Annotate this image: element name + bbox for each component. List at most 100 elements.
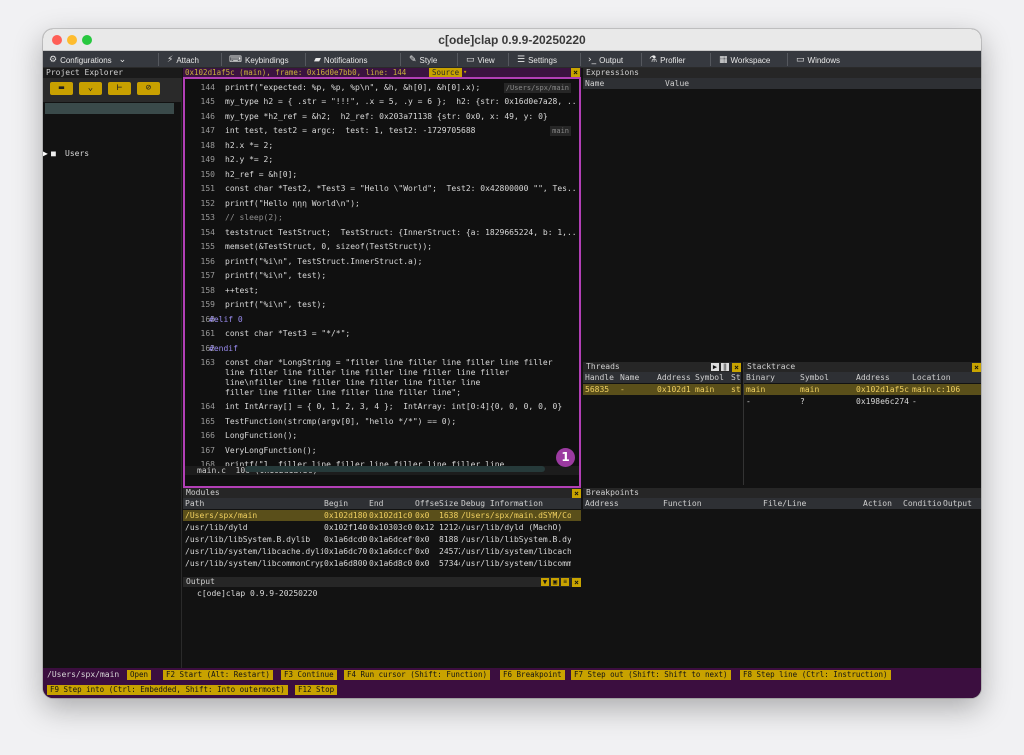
play-icon[interactable]: ▶ xyxy=(711,363,719,371)
start-button[interactable]: F2 Start (Alt: Restart) xyxy=(163,670,273,680)
table-cell: /usr/lib/libSystem.B.dylib xyxy=(185,535,311,544)
output-panel: Output ▼ ▣ ≡ × c[ode]clap 0.9.9-20250220 xyxy=(183,577,581,668)
code-line[interactable]: 167 VeryLongFunction(); xyxy=(185,446,579,456)
code-line[interactable]: 160 #elif 0 xyxy=(185,315,579,325)
collapse-button[interactable]: ⌄ xyxy=(79,82,102,95)
stop-button[interactable]: F12 Stop xyxy=(295,685,338,695)
step-line-button[interactable]: F8 Step line (Ctrl: Instruction) xyxy=(740,670,891,680)
pause-icon[interactable]: ‖ xyxy=(721,363,729,371)
workspace-button[interactable]: ▦ Workspace xyxy=(719,54,770,66)
table-cell: 0x0 xyxy=(415,511,430,520)
code-line[interactable]: 158 ++test; xyxy=(185,286,579,296)
table-row[interactable]: /usr/lib/libSystem.B.dylib 0x1a6dcd0 0x1a6… xyxy=(183,534,581,545)
table-cell: /usr/lib/system/libcache xyxy=(461,547,571,556)
code-line[interactable]: 153 // sleep(2); xyxy=(185,213,579,223)
table-cell: 0x1a6d800 xyxy=(324,559,368,568)
toolbar-separator xyxy=(508,53,509,66)
table-cell: /Users/spx/main xyxy=(185,511,258,520)
close-icon[interactable]: × xyxy=(572,489,581,498)
attach-button[interactable]: ⚡ Attach xyxy=(167,54,199,66)
tree-button[interactable]: ⊢ xyxy=(108,82,131,95)
panel-title: Breakpoints xyxy=(583,488,981,498)
lock-icon[interactable]: ▣ xyxy=(551,578,559,586)
table-row[interactable]: /Users/spx/main 0x102d180 0x102d1c0 0x0 1638… xyxy=(183,510,581,521)
step-into-button[interactable]: F9 Step into (Ctrl: Embedded, Shift: Int… xyxy=(47,685,288,695)
line-number: 164 xyxy=(200,402,215,411)
code-line[interactable]: 151 const char *Test2, *Test3 = "Hello \"… xyxy=(185,184,579,194)
profiler-button[interactable]: ⚗ Profiler xyxy=(649,54,685,66)
code-line[interactable]: 165 TestFunction(strcmp(argv[0], "hello *… xyxy=(185,417,579,427)
close-icon[interactable]: × xyxy=(571,68,580,77)
table-row[interactable]: /usr/lib/system/libcache.dylib 0x1a6dc70 0… xyxy=(183,546,581,557)
code-line[interactable]: 163 const char *LongString = "filler line… xyxy=(185,358,579,398)
table-cell: 0x1a6dccff xyxy=(369,547,414,556)
source-editor[interactable]: 144 printf("expected: %p, %p, %p\n", &h, … xyxy=(183,77,581,488)
tree-item-users[interactable]: ▶ ■ Users xyxy=(43,148,182,159)
code-text: const char *LongString = "filler line fi… xyxy=(225,358,553,397)
thread-row[interactable]: 56835 - 0x102d1 main st xyxy=(583,384,741,395)
open-button[interactable]: Open xyxy=(127,670,152,680)
code-line[interactable]: 148 h2.x *= 2; xyxy=(185,141,579,151)
table-row[interactable]: /usr/lib/dyld 0x102f1400x10303c00x12 12124… xyxy=(183,522,581,533)
code-line[interactable]: 162 #endif xyxy=(185,344,579,354)
filter-icon[interactable]: ▼ xyxy=(541,578,549,586)
table-cell: 0x1a6d8c0 xyxy=(369,559,413,568)
code-line[interactable]: 152 printf("Hello ηηη World\n"); xyxy=(185,199,579,209)
table-cell: 0x0 xyxy=(415,535,430,544)
close-icon[interactable]: × xyxy=(972,363,981,372)
code-line[interactable]: 145 my_type h2 = { .str = "!!!", .x = 5, … xyxy=(185,97,579,107)
wrench-icon: ⚙ xyxy=(49,55,58,65)
code-line[interactable]: 144 printf("expected: %p, %p, %p\n", &h, … xyxy=(185,83,579,93)
code-line[interactable]: 157 printf("%i\n", test); xyxy=(185,271,579,281)
code-line[interactable]: 155 memset(&TestStruct, 0, sizeof(TestStr… xyxy=(185,242,579,252)
code-line[interactable]: 164 int IntArray[] = { 0, 1, 2, 3, 4 }; I… xyxy=(185,402,579,412)
close-icon[interactable]: × xyxy=(732,363,741,372)
code-line[interactable]: 161 const char *Test3 = "*/*"; xyxy=(185,329,579,339)
table-cell: 0x102f140 xyxy=(324,523,368,532)
continue-button[interactable]: F3 Continue xyxy=(281,670,337,680)
filter-input[interactable] xyxy=(45,103,174,114)
code-line[interactable]: 149 h2.y *= 2; xyxy=(185,155,579,165)
configurations-menu[interactable]: ⚙ Configurations ⌄ xyxy=(49,54,126,66)
notifications-button[interactable]: ▰ Notifications xyxy=(314,54,368,66)
code-line[interactable]: 154 teststruct TestStruct; TestStruct: {I… xyxy=(185,228,579,238)
table-cell: 0x102d1c0 xyxy=(369,511,413,520)
code-text: TestFunction(strcmp(argv[0], "hello */*"… xyxy=(225,417,457,426)
output-button[interactable]: ›_ Output xyxy=(588,54,623,66)
code-line[interactable]: 146 my_type *h2_ref = &h2; h2_ref: 0x203a… xyxy=(185,112,579,122)
table-cell: 0x1a6dceff xyxy=(369,535,414,544)
line-number: 152 xyxy=(200,199,215,208)
table-cell: 57344 xyxy=(439,559,460,568)
code-line[interactable]: 166 LongFunction(); xyxy=(185,431,579,441)
modules-column-header: Path Begin End Offse Size Debug Informat… xyxy=(183,498,581,509)
window-title: c[ode]clap 0.9.9-20250220 xyxy=(438,33,586,47)
app-window: c[ode]clap 0.9.9-20250220 ⚙ Configuration… xyxy=(43,29,981,698)
view-button[interactable]: ▭ View xyxy=(466,54,495,66)
step-out-button[interactable]: F7 Step out (Shift: Shift to next) xyxy=(571,670,731,680)
stack-frame-row[interactable]: - ? 0x198e6c274 - xyxy=(744,396,981,407)
horizontal-scrollbar[interactable] xyxy=(245,466,545,472)
line-number: 156 xyxy=(200,257,215,266)
code-line[interactable]: 156 printf("%i\n", TestStruct.InnerStruct… xyxy=(185,257,579,267)
keybindings-button[interactable]: ⌨ Keybindings xyxy=(229,54,289,66)
panel-title: Project Explorer xyxy=(43,68,182,78)
table-row[interactable]: /usr/lib/system/libcommonCrypt 0x1a6d800 0… xyxy=(183,558,581,569)
tab-source[interactable]: Source xyxy=(429,68,463,77)
code-line[interactable]: 147 int test, test2 = argc; test: 1, test… xyxy=(185,126,579,136)
style-button[interactable]: ✎ Style xyxy=(409,54,437,66)
hide-button[interactable]: ⊘ xyxy=(137,82,160,95)
code-line[interactable]: 159 printf("%i\n", test); xyxy=(185,300,579,310)
run-cursor-button[interactable]: F4 Run cursor (Shift: Function) xyxy=(344,670,490,680)
flask-icon: ⚗ xyxy=(649,55,658,65)
open-folder-button[interactable]: ▬ xyxy=(50,82,73,95)
close-icon[interactable]: × xyxy=(572,578,581,587)
stack-frame-row[interactable]: main main 0x102d1af5c main.c:106 xyxy=(744,384,981,395)
chevron-down-icon: ⌄ xyxy=(118,55,127,65)
breakpoint-button[interactable]: F6 Breakpoint xyxy=(500,670,565,680)
source-header-bar: 0x102d1af5c (main), frame: 0x16d0e7bb0, … xyxy=(183,68,581,77)
windows-button[interactable]: ▭ Windows xyxy=(796,54,840,66)
clear-icon[interactable]: ≡ xyxy=(561,578,569,586)
code-line[interactable]: 150 h2_ref = &h[0]; xyxy=(185,170,579,180)
toolbar-separator xyxy=(400,53,401,66)
settings-button[interactable]: ☰ Settings xyxy=(517,54,557,66)
